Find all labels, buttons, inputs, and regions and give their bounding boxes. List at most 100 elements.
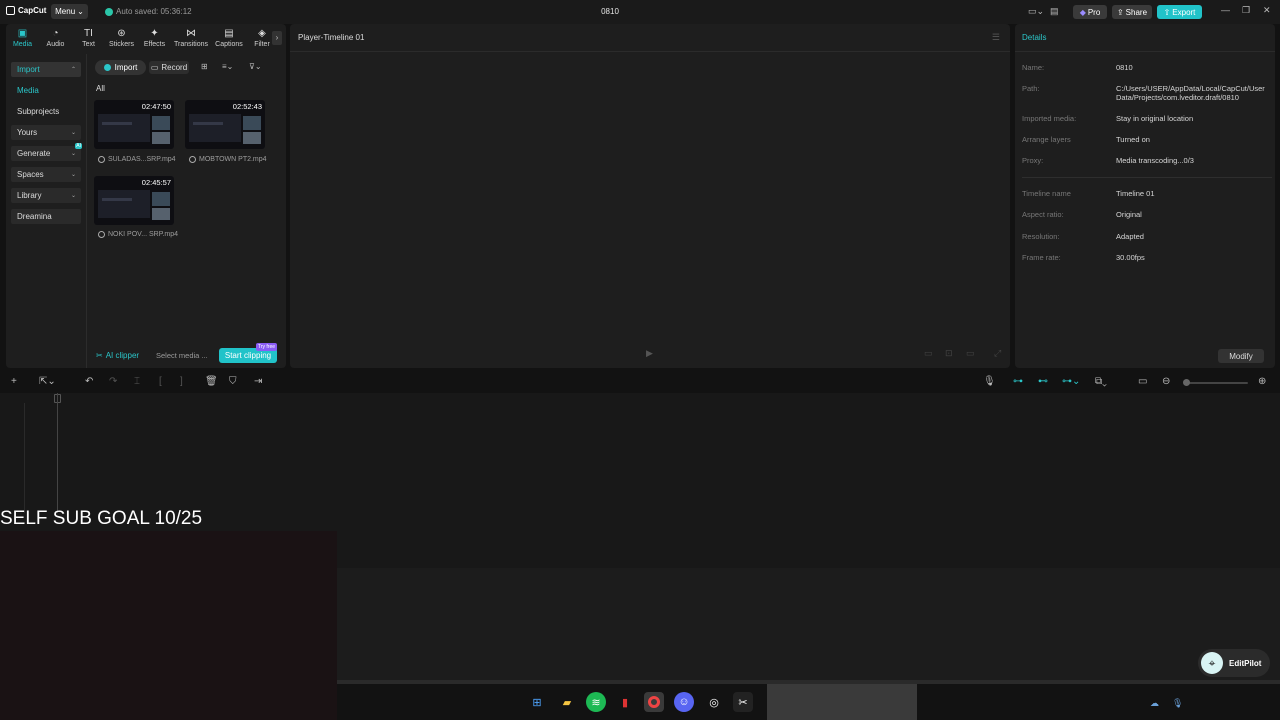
media-name: MOBTOWN PT2.mp4 (189, 156, 267, 163)
sidebar-item-subprojects[interactable]: Subprojects (11, 104, 81, 119)
asset-tabs: ▣ Media ◔ Audio TI Text ⊛ Stickers ✦ Effects … (6, 26, 286, 50)
subtitle-icon[interactable]: ▭ (1138, 377, 1147, 387)
spotify-icon[interactable]: ≋ (586, 692, 606, 712)
preview-axis-icon[interactable]: ⧉⌄ (1095, 377, 1107, 387)
sidebar-item-yours[interactable]: Yours ⌄ (11, 125, 81, 140)
cloud-icon[interactable]: ☁ (1150, 698, 1159, 709)
ratio-icon[interactable]: ▭ (924, 348, 933, 359)
tab-media[interactable]: ▣ Media (6, 26, 39, 50)
shield-icon[interactable]: ⛉ (229, 377, 237, 387)
sidebar-item-dreamina[interactable]: Dreamina (11, 209, 81, 224)
sidebar-item-spaces[interactable]: Spaces ⌄ (11, 167, 81, 182)
sub-goal-overlay: SELF SUB GOAL 10/25 (0, 508, 203, 529)
windows-start-icon[interactable]: ⊞ (527, 692, 547, 712)
undo-icon[interactable]: ↶ (85, 377, 93, 387)
fullscreen-icon[interactable]: ⤢ (994, 348, 1001, 359)
try-free-badge: Try free (256, 343, 278, 351)
sidebar-item-media[interactable]: Media (11, 83, 81, 98)
thumbnail-frame (102, 198, 132, 201)
detail-value: Media transcoding...0/3 (1116, 156, 1194, 165)
media-name: NOKI POV... SRP.mp4 (98, 231, 178, 238)
details-title: Details (1022, 33, 1047, 42)
share-button[interactable]: ⇪ Share (1112, 5, 1152, 19)
capcut-logo-icon (6, 6, 15, 15)
detail-key: Resolution: (1022, 232, 1060, 241)
microphone-icon[interactable]: 🎙 (983, 377, 996, 387)
filter-funnel-icon[interactable]: ⊽⌄ (249, 62, 262, 71)
zoom-slider-handle[interactable] (1183, 379, 1190, 386)
sort-icon[interactable]: ≡⌄ (222, 62, 233, 71)
delete-icon[interactable]: 🗑 (205, 377, 218, 387)
tab-label: Transitions (174, 41, 208, 48)
pro-button[interactable]: ◆ Pro (1073, 5, 1107, 19)
detail-key: Name: (1022, 63, 1045, 72)
obs-icon[interactable]: ◎ (704, 692, 724, 712)
file-explorer-icon[interactable]: ▰ (557, 692, 577, 712)
detail-key: Path: (1022, 84, 1040, 93)
sidebar-item-label: Media (17, 86, 39, 95)
modify-button[interactable]: Modify (1218, 349, 1264, 363)
media-thumbnail[interactable]: 02:45:57 (94, 176, 174, 225)
media-thumbnail[interactable]: 02:52:43 (185, 100, 265, 149)
autosave-text: Auto saved: 05:36:12 (116, 7, 192, 16)
tab-effects[interactable]: ✦ Effects (138, 26, 171, 50)
tabs-scroll-right-icon[interactable]: › (272, 31, 282, 45)
grid-view-icon[interactable]: ⊞ (201, 62, 208, 71)
wallpaper-strip (767, 684, 917, 720)
sidebar-item-import[interactable]: Import ⌃ (11, 62, 81, 77)
layout-icon[interactable]: ▭⌄ (1028, 6, 1044, 17)
close-icon[interactable]: ✕ (1263, 5, 1271, 16)
media-thumbnail[interactable]: 02:47:50 (94, 100, 174, 149)
editpilot-button[interactable]: ⌖ EditPilot (1198, 649, 1270, 677)
trim-right-icon[interactable]: ] (180, 377, 183, 387)
microphone-tray-icon[interactable]: 🎙 (1172, 698, 1183, 709)
detail-key: Timeline name (1022, 189, 1071, 198)
minimize-icon[interactable]: — (1221, 5, 1230, 15)
detail-key: Proxy: (1022, 156, 1044, 165)
zoom-out-icon[interactable]: ⊖ (1162, 377, 1170, 387)
tab-text[interactable]: TI Text (72, 26, 105, 50)
tab-audio[interactable]: ◔ Audio (39, 26, 72, 50)
linkage-icon[interactable]: ⊶⌄ (1062, 377, 1080, 387)
freeze-icon[interactable]: ⇥ (254, 377, 262, 387)
capcut-icon[interactable]: ✂ (733, 692, 753, 712)
shortcuts-icon[interactable]: ▤ (1050, 6, 1059, 17)
export-button[interactable]: ⇧ Export (1157, 5, 1202, 19)
redo-icon[interactable]: ↷ (109, 377, 117, 387)
thumbnail-frame (189, 114, 241, 142)
autosave-icon (105, 7, 113, 16)
player-menu-icon[interactable]: ☰ (992, 32, 1000, 43)
discord-icon[interactable]: ☺ (674, 692, 694, 712)
play-icon[interactable]: ▶ (646, 348, 653, 359)
tab-stickers[interactable]: ⊛ Stickers (105, 26, 138, 50)
crop-icon[interactable]: ⊡ (945, 348, 953, 359)
add-track-icon[interactable]: + (11, 377, 17, 387)
auto-snap-icon[interactable]: ⊷ (1038, 377, 1048, 387)
tab-captions[interactable]: ▤ Captions (211, 26, 247, 50)
record-label: Record (161, 63, 188, 72)
app-icon[interactable]: ▮ (615, 692, 635, 712)
tab-label: Filter (254, 41, 270, 48)
menu-button[interactable]: Menu ⌄ (51, 4, 88, 19)
thumbnail-frame (152, 192, 170, 206)
trim-left-icon[interactable]: [ (159, 377, 162, 387)
details-panel: Details Name: 0810 Path: C:/Users/USER/App… (1015, 24, 1275, 368)
select-tool-icon[interactable]: ⇱⌄ (39, 377, 56, 387)
sidebar-item-library[interactable]: Library ⌄ (11, 188, 81, 203)
tab-transitions[interactable]: ⋈ Transitions (171, 26, 211, 50)
import-button[interactable]: Import (95, 60, 146, 75)
split-icon[interactable]: ⌶ (134, 377, 140, 387)
restore-icon[interactable]: ❐ (1242, 5, 1250, 16)
app-name: CapCut (18, 6, 47, 15)
quality-icon[interactable]: ▭ (966, 348, 975, 359)
diamond-icon: ◆ (1079, 7, 1086, 17)
sidebar-item-generate[interactable]: Generate ⌄ AI (11, 143, 82, 161)
zoom-slider[interactable] (1186, 382, 1248, 384)
playhead[interactable] (57, 393, 58, 513)
main-track-magnet-icon[interactable]: ⊶ (1013, 377, 1023, 387)
timeline-toolbar: + ⇱⌄ ↶ ↷ ⌶ [ ] 🗑 ⛉ ⇥ 🎙 ⊶ ⊷ ⊶⌄ ⧉⌄ ▭ ⊖ ⊕ (0, 373, 1280, 393)
chrome-icon[interactable] (644, 692, 664, 712)
record-button[interactable]: ▭ Record (149, 61, 189, 74)
zoom-in-icon[interactable]: ⊕ (1258, 377, 1266, 387)
player-title: Player-Timeline 01 (298, 33, 365, 42)
